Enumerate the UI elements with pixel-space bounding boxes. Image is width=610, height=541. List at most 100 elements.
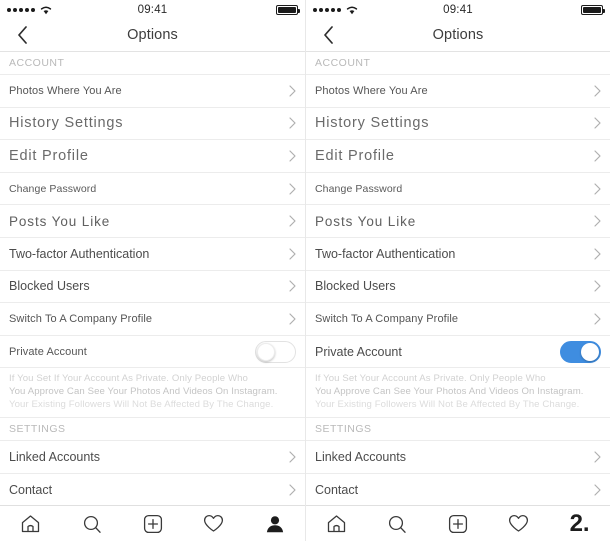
row-label: Change Password <box>9 182 97 195</box>
footnote-line: You Approve Can See Your Photos And Vide… <box>315 385 584 397</box>
row-history-settings[interactable]: History Settings <box>0 107 305 141</box>
phone-screen-left: 09:41 Options ACCOUNT Photos Where You A… <box>0 0 305 541</box>
chevron-right-icon <box>594 280 601 292</box>
battery-indicator <box>581 4 605 15</box>
add-post-icon <box>143 514 162 533</box>
battery-fill <box>583 6 601 13</box>
row-switch-to-company-profile[interactable]: Switch To A Company Profile <box>0 303 305 336</box>
phone-screen-right: 09:41 Options ACCOUNT Photos Where You A… <box>305 0 610 541</box>
chevron-right-icon <box>289 150 296 162</box>
row-label: Change Password <box>315 182 403 195</box>
profile-icon <box>266 515 283 532</box>
section-header-settings: SETTINGS <box>306 418 610 442</box>
chevron-right-icon <box>594 313 601 325</box>
footnote-line: If You Set Your Account As Private. Only… <box>315 373 546 385</box>
row-label: Contact <box>315 482 359 497</box>
row-two-factor-authentication[interactable]: Two-factor Authentication <box>306 237 610 271</box>
chevron-right-icon <box>289 117 296 129</box>
tab-profile[interactable] <box>244 506 305 541</box>
tab-home[interactable] <box>306 506 367 541</box>
status-bar: 09:41 <box>0 0 305 19</box>
private-account-footnote: If You Set Your Account As Private. Only… <box>306 368 610 419</box>
private-account-toggle[interactable] <box>560 340 601 363</box>
row-label: Posts You Like <box>315 213 417 229</box>
tab-activity[interactable] <box>488 506 549 541</box>
footnote-line: You Approve Can See Your Photos And Vide… <box>9 385 278 397</box>
chevron-right-icon <box>289 248 296 260</box>
row-label: Two-factor Authentication <box>315 246 456 261</box>
tab-home[interactable] <box>0 506 61 541</box>
tab-add-post[interactable] <box>428 506 489 541</box>
tab-add-post[interactable] <box>122 506 183 541</box>
bottom-tab-bar <box>0 505 305 541</box>
chevron-right-icon <box>289 215 296 227</box>
search-icon <box>389 515 406 533</box>
chevron-right-icon <box>289 483 296 496</box>
row-contact[interactable]: Contact <box>306 473 610 505</box>
row-blocked-users[interactable]: Blocked Users <box>0 270 305 304</box>
row-label: Contact <box>9 482 53 497</box>
row-label: Edit Profile <box>315 147 395 164</box>
chevron-right-icon <box>594 150 601 162</box>
footnote-line: Your Existing Followers Will Not Be Affe… <box>315 398 580 410</box>
profile-badge-glyph: 2. <box>569 509 590 537</box>
section-header-account: ACCOUNT <box>306 52 610 75</box>
row-label: Linked Accounts <box>315 449 407 464</box>
row-label: Blocked Users <box>315 279 396 294</box>
row-label: Photos Where You Are <box>9 84 122 97</box>
tab-search[interactable] <box>61 506 122 541</box>
navigation-header: Options <box>0 19 305 52</box>
chevron-right-icon <box>289 85 296 97</box>
chevron-right-icon <box>594 451 601 463</box>
row-label: Edit Profile <box>9 147 89 164</box>
row-two-factor-authentication[interactable]: Two-factor Authentication <box>0 237 305 271</box>
row-photos-where-you-are[interactable]: Photos Where You Are <box>306 75 610 108</box>
status-bar: 09:41 <box>306 0 610 19</box>
home-icon <box>327 514 346 532</box>
row-switch-to-company-profile[interactable]: Switch To A Company Profile <box>306 303 610 336</box>
battery-full-icon <box>581 4 605 15</box>
row-private-account[interactable]: Private Account <box>306 335 610 369</box>
footnote-line: Your Existing Followers Will Not Be Affe… <box>9 398 274 410</box>
tab-search[interactable] <box>367 506 428 541</box>
row-history-settings[interactable]: History Settings <box>306 107 610 141</box>
row-contact[interactable]: Contact <box>0 473 305 505</box>
tab-profile[interactable]: 2. <box>549 506 610 541</box>
battery-fill <box>278 6 296 13</box>
row-label: History Settings <box>315 115 430 132</box>
row-linked-accounts[interactable]: Linked Accounts <box>0 441 305 474</box>
navigation-header: Options <box>306 19 610 52</box>
row-change-password[interactable]: Change Password <box>306 172 610 206</box>
tab-activity[interactable] <box>183 506 244 541</box>
section-header-account: ACCOUNT <box>0 52 305 75</box>
chevron-right-icon <box>289 313 296 325</box>
row-label: Blocked Users <box>9 279 90 294</box>
status-bar-time: 09:41 <box>443 3 473 16</box>
chevron-right-icon <box>594 182 601 195</box>
bottom-tab-bar: 2. <box>306 505 610 541</box>
row-label: Posts You Like <box>9 213 111 229</box>
row-label: Private Account <box>315 344 402 359</box>
dual-screenshot-comparison: 09:41 Options ACCOUNT Photos Where You A… <box>0 0 610 541</box>
chevron-right-icon <box>289 451 296 463</box>
row-posts-you-like[interactable]: Posts You Like <box>0 205 305 238</box>
row-posts-you-like[interactable]: Posts You Like <box>306 205 610 238</box>
row-edit-profile[interactable]: Edit Profile <box>306 140 610 173</box>
row-label: Switch To A Company Profile <box>9 312 153 325</box>
options-list-right: ACCOUNT Photos Where You Are History Set… <box>306 52 610 505</box>
row-blocked-users[interactable]: Blocked Users <box>306 270 610 304</box>
private-account-footnote: If You Set If Your Account As Private. O… <box>0 368 305 419</box>
row-label: Photos Where You Are <box>315 84 428 97</box>
chevron-right-icon <box>289 182 296 195</box>
private-account-toggle[interactable] <box>255 340 296 363</box>
row-label: History Settings <box>9 115 124 132</box>
chevron-right-icon <box>594 248 601 260</box>
toggle-knob <box>257 342 275 361</box>
row-photos-where-you-are[interactable]: Photos Where You Are <box>0 75 305 108</box>
page-title: Options <box>432 27 484 43</box>
row-private-account[interactable]: Private Account <box>0 335 305 369</box>
row-linked-accounts[interactable]: Linked Accounts <box>306 441 610 474</box>
row-edit-profile[interactable]: Edit Profile <box>0 140 305 173</box>
row-label: Two-factor Authentication <box>9 246 150 261</box>
row-change-password[interactable]: Change Password <box>0 172 305 206</box>
